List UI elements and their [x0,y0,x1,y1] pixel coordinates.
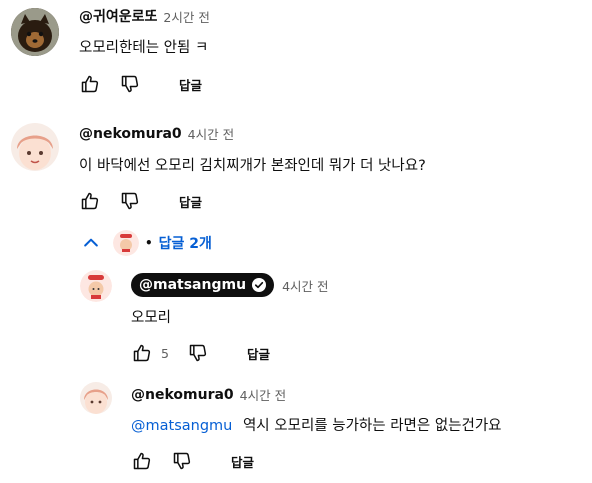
timestamp[interactable]: 4시간 전 [188,124,234,143]
author-name[interactable]: @nekomura0 [79,126,182,142]
comment-thread-1: @귀여운로또 2시간 전 오모리한테는 안됨 ㅋ 답글 [0,0,592,110]
like-count: 5 [161,345,169,361]
author-name[interactable]: @nekomura0 [131,387,234,403]
avatar[interactable] [80,382,112,414]
channel-owner-badge[interactable]: @matsangmu [131,273,275,297]
reply-button[interactable]: 답글 [179,192,202,211]
thumbs-up-icon[interactable] [79,73,101,95]
thumbs-down-icon[interactable] [119,73,141,95]
comment-text: 이 바닥에선 오모리 김치찌개가 본좌인데 뭐가 더 낫나요? [79,158,426,174]
reply-actions: 답글 [131,450,254,472]
timestamp[interactable]: 4시간 전 [282,276,328,295]
thumbs-up-icon[interactable] [131,342,153,364]
thumbs-up-icon[interactable] [79,190,101,212]
timestamp[interactable]: 2시간 전 [163,7,209,26]
thumbs-down-icon[interactable] [187,342,209,364]
author-line: @nekomura0 4시간 전 [131,385,286,404]
timestamp[interactable]: 4시간 전 [240,385,286,404]
author-name: @matsangmu [139,277,247,293]
avatar[interactable] [11,123,59,171]
comment-thread-2: @nekomura0 4시간 전 이 바닥에선 오모리 김치찌개가 본좌인데 뭐… [0,110,592,260]
thumbs-down-icon[interactable] [119,190,141,212]
reply-1: @matsangmu 4시간 전 오모리 5 답글 [0,262,592,372]
author-line: @nekomura0 4시간 전 [79,124,234,143]
chevron-up-icon [79,231,103,255]
author-line: @matsangmu 4시간 전 [131,273,329,297]
reply-2: @nekomura0 4시간 전 @matsangmu 역시 오모리를 능가하는… [0,372,592,483]
reply-body: 역시 오모리를 능가하는 라면은 없는건가요 [242,418,502,434]
author-name[interactable]: @귀여운로또 [79,6,157,26]
verified-check-icon [252,278,267,292]
reply-button[interactable]: 답글 [179,75,202,94]
comment-actions: 답글 [79,73,202,95]
reply-actions: 5 답글 [131,342,270,364]
avatar[interactable] [80,270,112,302]
avatar[interactable] [11,8,59,56]
thumbs-down-icon[interactable] [171,450,193,472]
replies-count-label[interactable]: 답글 2개 [159,233,212,253]
reply-button[interactable]: 답글 [247,344,270,363]
reply-button[interactable]: 답글 [231,452,254,471]
comment-actions: 답글 [79,190,202,212]
separator-dot: • [145,236,153,250]
owner-avatar-small [113,230,139,256]
replies-toggle[interactable]: • 답글 2개 [79,230,212,256]
reply-text: 오모리 [131,310,172,326]
author-line: @귀여운로또 2시간 전 [79,6,210,26]
comment-text: 오모리한테는 안됨 ㅋ [79,40,209,56]
mention-link[interactable]: @matsangmu [131,418,232,434]
thumbs-up-icon[interactable] [131,450,153,472]
reply-text: @matsangmu 역시 오모리를 능가하는 라면은 없는건가요 [131,414,502,435]
